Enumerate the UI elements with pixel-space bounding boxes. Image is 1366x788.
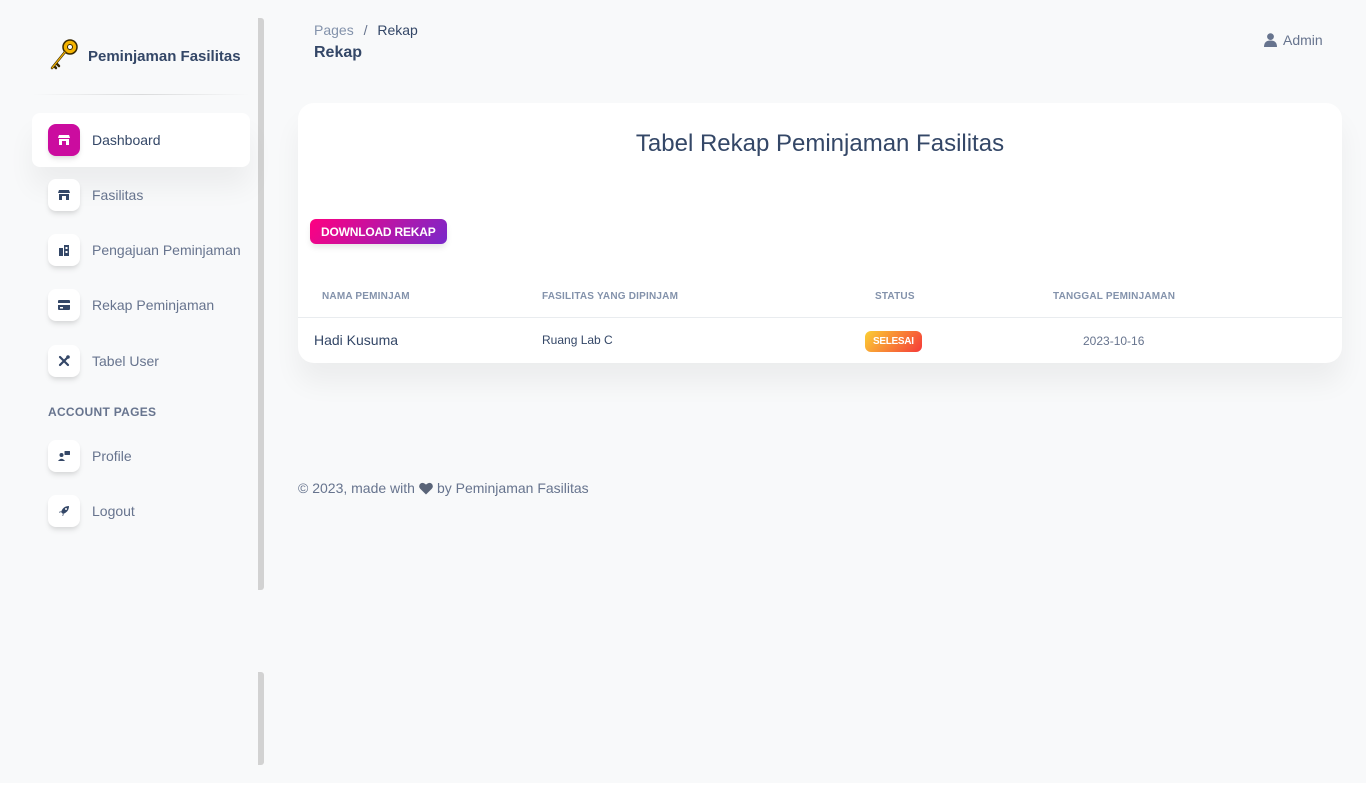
breadcrumb-current: Rekap bbox=[377, 22, 418, 38]
brand-divider bbox=[32, 94, 250, 95]
sidebar-item-rekap[interactable]: Rekap Peminjaman bbox=[32, 278, 250, 332]
profile-icon bbox=[48, 440, 80, 472]
breadcrumb: Pages / Rekap bbox=[314, 22, 418, 38]
sidebar-item-logout[interactable]: Logout bbox=[32, 484, 250, 538]
settings-tools-icon bbox=[48, 345, 80, 377]
column-header: STATUS bbox=[875, 291, 915, 302]
sidebar-item-fasilitas[interactable]: Fasilitas bbox=[32, 168, 250, 222]
shop-icon bbox=[48, 179, 80, 211]
sidebar-item-label: Dashboard bbox=[92, 132, 161, 148]
sidebar-item-label: Logout bbox=[92, 503, 135, 519]
sidebar-item-pengajuan[interactable]: Pengajuan Peminjaman bbox=[32, 223, 250, 277]
user-name: Admin bbox=[1283, 32, 1323, 48]
breadcrumb-root[interactable]: Pages bbox=[314, 22, 354, 38]
breadcrumb-separator: / bbox=[363, 22, 368, 38]
column-header: NAMA PEMINJAM bbox=[322, 291, 410, 302]
office-icon bbox=[48, 234, 80, 266]
rekap-card: Tabel Rekap Peminjaman Fasilitas DOWNLOA… bbox=[298, 103, 1342, 363]
table-divider bbox=[298, 317, 1342, 318]
sidebar-item-profile[interactable]: Profile bbox=[32, 429, 250, 483]
download-rekap-button[interactable]: DOWNLOAD REKAP bbox=[310, 219, 447, 244]
sidebar-item-label: Profile bbox=[92, 448, 132, 464]
sidebar-item-label: Rekap Peminjaman bbox=[92, 297, 215, 313]
sidebar-item-label: Tabel User bbox=[92, 353, 159, 369]
cell-facility: Ruang Lab C bbox=[542, 333, 613, 347]
user-icon bbox=[1264, 33, 1277, 47]
key-icon bbox=[50, 39, 78, 70]
sidebar-scrollbar-lower[interactable] bbox=[258, 672, 264, 765]
heart-icon bbox=[419, 482, 433, 494]
sidebar-item-label: Pengajuan Peminjaman bbox=[92, 242, 241, 258]
bottom-strip bbox=[0, 783, 1366, 788]
card-title: Tabel Rekap Peminjaman Fasilitas bbox=[635, 130, 1005, 157]
brand-name: Peminjaman Fasilitas bbox=[88, 47, 241, 65]
rocket-icon bbox=[48, 495, 80, 527]
sidebar-item-tabel-user[interactable]: Tabel User bbox=[32, 334, 250, 388]
page-title: Rekap bbox=[314, 44, 363, 61]
sidebar-item-label: Fasilitas bbox=[92, 187, 144, 203]
footer-prefix: © 2023, made with bbox=[298, 480, 415, 496]
sidebar-scrollbar[interactable] bbox=[258, 18, 264, 590]
brand[interactable]: Peminjaman Fasilitas bbox=[48, 38, 241, 74]
footer-suffix: by Peminjaman Fasilitas bbox=[436, 480, 589, 496]
column-header: FASILITAS YANG DIPINJAM bbox=[542, 291, 679, 302]
sidebar-item-dashboard[interactable]: Dashboard bbox=[32, 113, 250, 167]
sidebar: Peminjaman Fasilitas Dashboard Fasilitas… bbox=[0, 0, 266, 783]
column-header: TANGGAL PEMINJAMAN bbox=[1053, 291, 1176, 302]
shop-icon bbox=[48, 124, 80, 156]
footer: © 2023, made with by Peminjaman Fasilita… bbox=[298, 480, 589, 496]
cell-date: 2023-10-16 bbox=[1083, 334, 1145, 348]
cell-borrower-name: Hadi Kusuma bbox=[314, 332, 399, 348]
section-title-account-pages: ACCOUNT PAGES bbox=[48, 405, 157, 419]
credit-card-icon bbox=[48, 289, 80, 321]
status-badge: SELESAI bbox=[865, 331, 922, 352]
user-menu[interactable]: Admin bbox=[1264, 32, 1323, 48]
